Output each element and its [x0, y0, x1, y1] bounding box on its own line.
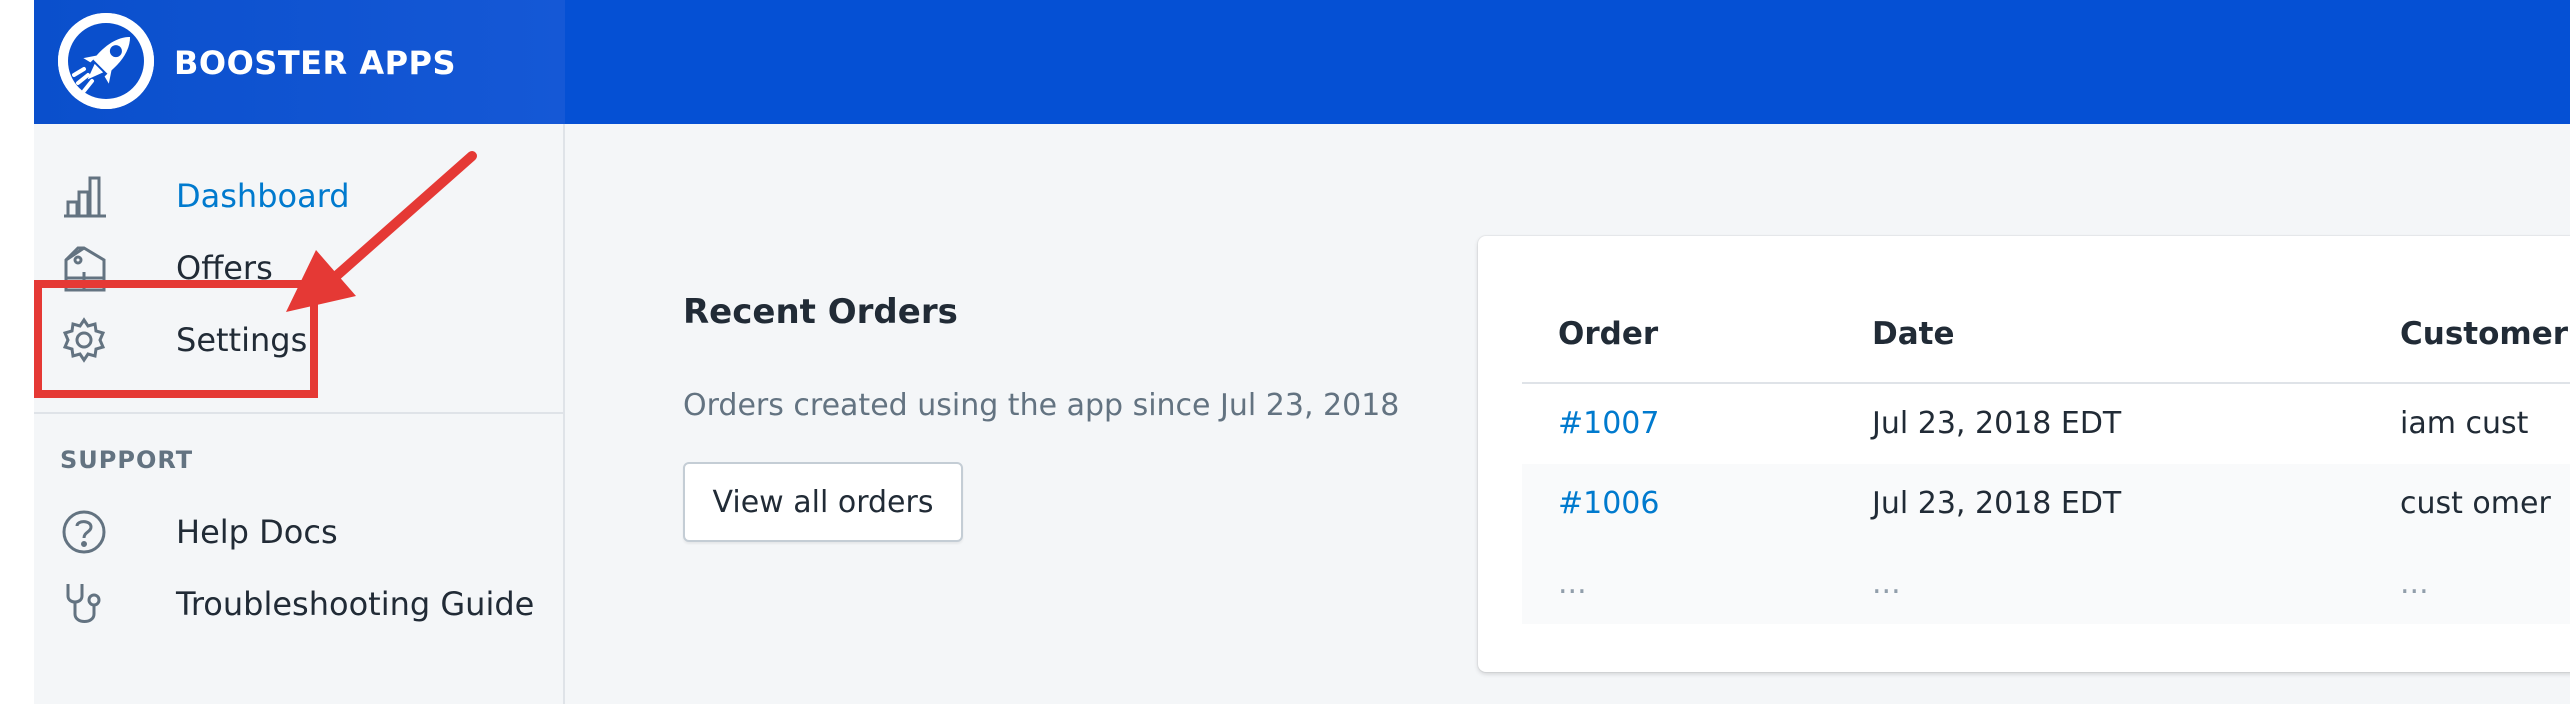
orders-table: Order Date Customer #1007 Jul 23, 2018 E…: [1478, 236, 2570, 672]
stethoscope-icon: [60, 580, 108, 628]
top-bar: BOOSTER APPS: [34, 0, 2570, 124]
column-header-date[interactable]: Date: [1872, 316, 1955, 352]
sidebar-item-dashboard[interactable]: Dashboard: [60, 166, 540, 226]
table-row[interactable]: #1007 Jul 23, 2018 EDT iam cust: [1522, 384, 2570, 464]
sidebar-divider: [34, 412, 563, 414]
sidebar-item-label: Troubleshooting Guide: [176, 585, 535, 623]
date-placeholder: ...: [1872, 566, 1901, 601]
sidebar-item-label: Help Docs: [176, 513, 338, 551]
column-header-order[interactable]: Order: [1558, 316, 1658, 352]
order-date: Jul 23, 2018 EDT: [1872, 406, 2122, 441]
sidebar-item-help-docs[interactable]: Help Docs: [60, 502, 540, 562]
sidebar-item-label: Dashboard: [176, 177, 350, 215]
table-row[interactable]: #1006 Jul 23, 2018 EDT cust omer: [1522, 464, 2570, 544]
customer-placeholder: ...: [2400, 566, 2429, 601]
rocket-icon: [58, 13, 154, 109]
support-heading: SUPPORT: [60, 446, 194, 474]
brand[interactable]: BOOSTER APPS: [34, 0, 565, 124]
recent-orders-subtitle: Orders created using the app since Jul 2…: [683, 388, 1400, 423]
recent-orders-title: Recent Orders: [683, 292, 958, 332]
question-circle-icon: [60, 508, 108, 556]
order-placeholder: ...: [1558, 566, 1587, 601]
bar-chart-icon: [60, 172, 108, 220]
view-all-orders-button[interactable]: View all orders: [683, 462, 963, 542]
settings-highlight-box: [34, 280, 318, 398]
order-date: Jul 23, 2018 EDT: [1872, 486, 2122, 521]
brand-name: BOOSTER APPS: [174, 44, 457, 82]
sidebar: Dashboard Offers Settings SUPPORT Help D…: [34, 124, 565, 704]
table-row: ... ... ...: [1522, 544, 2570, 624]
column-header-customer[interactable]: Customer: [2400, 316, 2568, 352]
order-customer: iam cust: [2400, 406, 2529, 441]
sidebar-item-troubleshooting[interactable]: Troubleshooting Guide: [60, 574, 540, 634]
order-customer: cust omer: [2400, 486, 2551, 521]
order-link[interactable]: #1007: [1558, 406, 1659, 441]
order-link[interactable]: #1006: [1558, 486, 1659, 521]
app-window: BOOSTER APPS Dashboard Offers Settings S…: [34, 0, 2570, 704]
